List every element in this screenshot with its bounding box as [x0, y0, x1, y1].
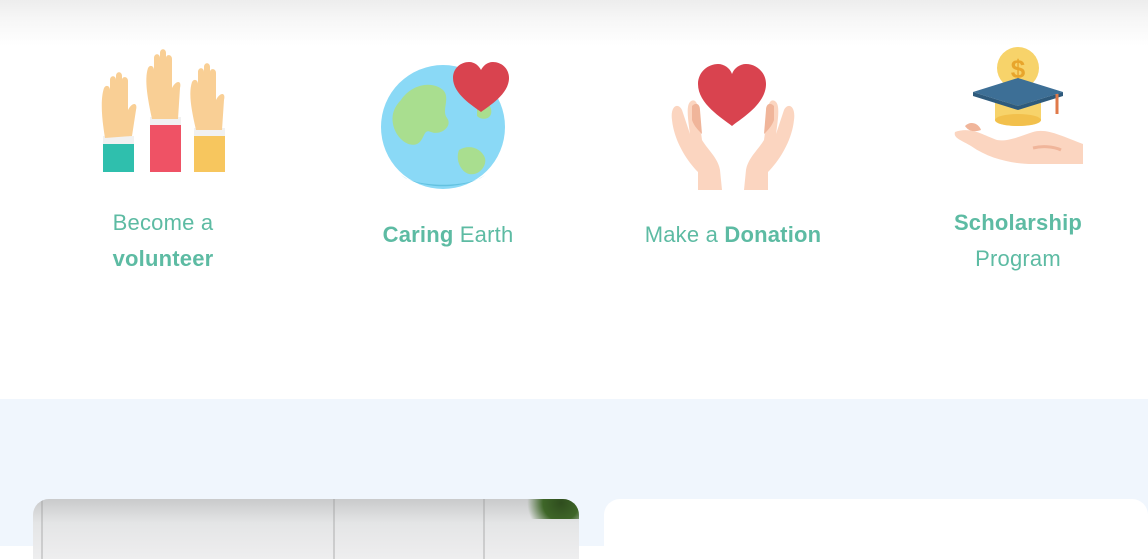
- caption-bold: Scholarship: [953, 210, 1083, 235]
- hands-heart-icon: [671, 64, 794, 190]
- caption-regular: Earth: [459, 222, 514, 247]
- fabric-fold: [333, 499, 335, 559]
- feature-donation[interactable]: Make a Donation: [623, 40, 843, 253]
- fabric-fold: [41, 499, 43, 559]
- caption-regular: Program: [975, 246, 1061, 271]
- earth-heart-icon: [380, 62, 509, 189]
- feature-volunteer[interactable]: Become a volunteer: [53, 40, 273, 277]
- raised-hands-icon: [101, 49, 225, 172]
- feature-caption: Scholarship Program: [908, 205, 1128, 277]
- caption-regular: Make a: [644, 222, 719, 247]
- feature-caption: Caring Earth: [338, 217, 558, 253]
- features-section: Become a volunteer Caring Earth Make a D…: [0, 0, 1148, 400]
- foliage: [519, 499, 579, 519]
- photo-card: [33, 499, 579, 559]
- caption-bold: Caring: [382, 222, 454, 247]
- feature-scholarship[interactable]: $ Scholarship Program: [908, 40, 1128, 277]
- feature-caption: Become a volunteer: [53, 205, 273, 277]
- caption-bold: volunteer: [112, 246, 214, 271]
- lower-section: [0, 399, 1148, 559]
- feature-caring-earth[interactable]: Caring Earth: [338, 40, 558, 253]
- caption-regular: Become a: [112, 210, 214, 235]
- caption-bold: Donation: [724, 222, 822, 247]
- info-card: [604, 499, 1148, 559]
- fabric-fold: [483, 499, 485, 559]
- graduation-cap-hand-icon: $: [954, 47, 1083, 164]
- feature-caption: Make a Donation: [623, 217, 843, 253]
